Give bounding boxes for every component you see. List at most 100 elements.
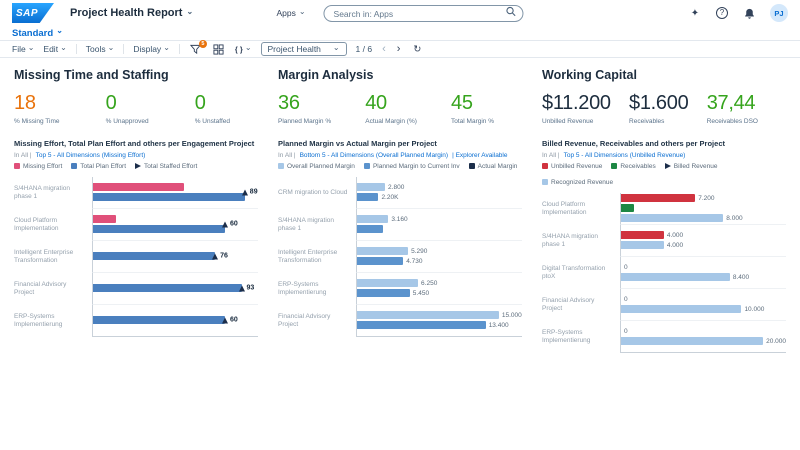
- bar[interactable]: [93, 225, 225, 234]
- legend-label: Recognized Revenue: [551, 178, 614, 186]
- category-label: S/4HANA migration phase 1: [278, 216, 334, 232]
- filter-link[interactable]: Bottom 5 - All Dimensions (Overall Plann…: [300, 152, 448, 159]
- view-mode-selector[interactable]: Standard: [12, 28, 53, 39]
- chart-row: S/4HANA migration phase 1 89: [14, 176, 258, 209]
- app-title-menu[interactable]: Project Health Report: [70, 7, 193, 19]
- bar-chart: S/4HANA migration phase 1 89 Cloud Platfor…: [14, 176, 258, 337]
- search-icon[interactable]: [506, 6, 517, 17]
- legend-item-overall-planned-margin[interactable]: Overall Planned Margin: [278, 163, 355, 170]
- bar[interactable]: [93, 284, 242, 293]
- legend-item-billed-revenue[interactable]: Billed Revenue: [664, 163, 717, 170]
- kpi-tile-receivables[interactable]: $1.600 Receivables: [629, 92, 689, 125]
- bar[interactable]: [357, 247, 409, 256]
- notifications-icon[interactable]: [742, 6, 756, 20]
- bar-line: 4.000: [621, 231, 786, 240]
- legend-item-planned-margin-to-current-inv[interactable]: Planned Margin to Current Inv: [363, 163, 460, 170]
- avatar[interactable]: PJ: [770, 4, 788, 22]
- page-select[interactable]: Project Health: [260, 42, 347, 56]
- bar[interactable]: [93, 252, 216, 261]
- refresh-icon[interactable]: [410, 43, 424, 56]
- menu-edit[interactable]: Edit: [43, 44, 66, 54]
- legend-item-receivables[interactable]: Receivables: [611, 163, 656, 170]
- bar[interactable]: [357, 225, 384, 234]
- legend-item-total-staffed-effort[interactable]: Total Staffed Effort: [135, 163, 197, 170]
- chevron-down-icon: [28, 45, 35, 54]
- kpi-tile-unapproved[interactable]: 0 % Unapproved: [106, 92, 149, 125]
- bar[interactable]: [357, 279, 419, 288]
- next-page-button[interactable]: [396, 44, 402, 55]
- kpi-tile-unbilled-revenue[interactable]: $11.200 Unbilled Revenue: [542, 92, 611, 125]
- kpi-row: 18 % Missing Time 0 % Unapproved 0 % Unstaffe…: [14, 92, 258, 125]
- bar[interactable]: [621, 241, 664, 250]
- previous-page-button[interactable]: [381, 44, 387, 55]
- sap-logo-text: SAP: [16, 7, 39, 19]
- bar[interactable]: [93, 183, 184, 192]
- bar[interactable]: [621, 204, 635, 213]
- bar[interactable]: [357, 311, 499, 320]
- bar-line: 2.800: [357, 183, 522, 192]
- legend-item-missing-effort[interactable]: Missing Effort: [14, 163, 62, 170]
- bar[interactable]: [93, 215, 117, 224]
- bar[interactable]: [93, 316, 225, 325]
- bar[interactable]: [357, 193, 379, 202]
- menu-display[interactable]: Display: [133, 44, 170, 54]
- legend-item-recognized-revenue[interactable]: Recognized Revenue: [542, 179, 613, 186]
- kpi-value: 18: [14, 92, 36, 114]
- kpi-tile-unstaffed[interactable]: 0 % Unstaffed: [195, 92, 230, 125]
- bar-line: 4.730: [357, 257, 522, 266]
- bar[interactable]: [621, 273, 730, 282]
- page-indicator: 1 / 6: [355, 44, 373, 54]
- bar[interactable]: [621, 337, 764, 346]
- kpi-value: 0: [194, 92, 206, 114]
- bar[interactable]: [93, 193, 245, 202]
- bar-line: [357, 225, 522, 234]
- kpi-value: $11.200: [542, 92, 611, 114]
- kpi-tile-planned-margin[interactable]: 36 Planned Margin %: [278, 92, 331, 125]
- kpi-tile-missing-time[interactable]: 18 % Missing Time: [14, 92, 60, 125]
- bar[interactable]: [621, 214, 724, 223]
- category-label: CRM migration to Cloud: [278, 188, 348, 196]
- help-icon[interactable]: [716, 7, 728, 19]
- chevron-down-icon: [245, 45, 252, 54]
- legend-label: Unbilled Revenue: [551, 162, 603, 170]
- filter-link[interactable]: Top 5 - All Dimensions (Missing Effort): [36, 152, 146, 159]
- kpi-tile-receivables-dso[interactable]: 37,44 Receivables DSO: [707, 92, 758, 125]
- bar[interactable]: [357, 257, 404, 266]
- filter-link[interactable]: Top 5 - All Dimensions (Unbilled Revenue…: [564, 152, 686, 159]
- filter-extra-link[interactable]: | Explorer Available: [452, 152, 507, 159]
- assistant-icon[interactable]: [688, 6, 702, 20]
- bar-line: 8.000: [621, 214, 786, 223]
- bar[interactable]: [621, 231, 664, 240]
- bar[interactable]: [357, 183, 386, 192]
- sap-logo[interactable]: SAP: [12, 3, 54, 23]
- plot-area: 93: [92, 272, 258, 305]
- bar[interactable]: [357, 289, 410, 298]
- kpi-value: 36: [278, 92, 300, 114]
- bar[interactable]: [621, 194, 696, 203]
- menu-tools[interactable]: Tools: [86, 44, 115, 54]
- apps-menu[interactable]: Apps: [276, 8, 305, 18]
- legend-label: Missing Effort: [23, 162, 63, 170]
- grid-icon[interactable]: [212, 43, 226, 56]
- kpi-label: % Unstaffed: [194, 118, 230, 125]
- bar[interactable]: [621, 305, 742, 314]
- chart-title: Planned Margin vs Actual Margin per Proj…: [278, 139, 437, 148]
- kpi-tile-total-margin[interactable]: 45 Total Margin %: [451, 92, 494, 125]
- filter-icon[interactable]: 5: [189, 39, 207, 56]
- bar-value-label: 20.000: [766, 337, 786, 345]
- shell-bar: SAP Project Health Report Apps PJ: [0, 0, 800, 26]
- category-label: Intelligent Enterprise Transformation: [278, 248, 338, 264]
- kpi-value: 0: [105, 92, 117, 114]
- square-swatch: [542, 163, 548, 170]
- expressions-menu[interactable]: [235, 44, 252, 54]
- legend-item-actual-margin[interactable]: Actual Margin: [468, 163, 517, 170]
- plot-area: 60: [92, 208, 258, 241]
- menu-file[interactable]: File: [12, 44, 34, 54]
- kpi-tile-actual-margin[interactable]: 40 Actual Margin (%): [365, 92, 417, 125]
- chart-row: ERP-Systems Implementierung 60: [14, 304, 258, 337]
- legend-item-total-plan-effort[interactable]: Total Plan Effort: [71, 163, 126, 170]
- bar[interactable]: [357, 215, 389, 224]
- bar[interactable]: [357, 321, 486, 330]
- search-input[interactable]: [323, 5, 524, 23]
- legend-item-unbilled-revenue[interactable]: Unbilled Revenue: [542, 163, 602, 170]
